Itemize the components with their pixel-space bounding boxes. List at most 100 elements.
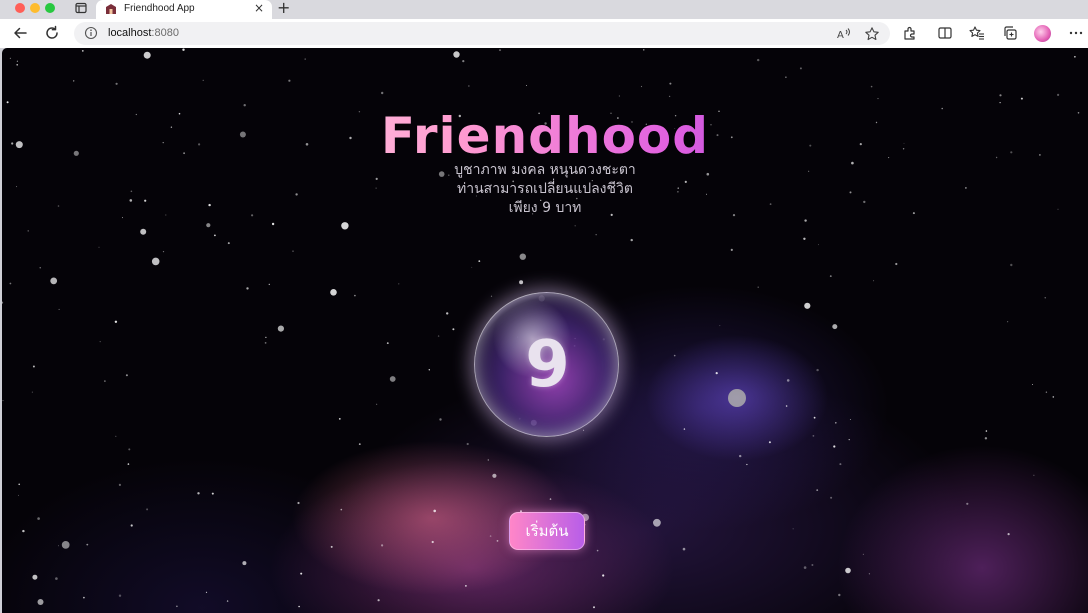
tab-actions-icon[interactable] bbox=[75, 2, 87, 14]
star bbox=[730, 248, 733, 251]
star bbox=[816, 368, 819, 372]
star bbox=[673, 354, 676, 357]
star bbox=[31, 391, 33, 393]
reload-icon[interactable] bbox=[44, 25, 60, 41]
star bbox=[115, 82, 118, 85]
star bbox=[602, 574, 605, 577]
star bbox=[338, 418, 341, 420]
star bbox=[27, 230, 29, 232]
close-window-button[interactable] bbox=[15, 3, 25, 13]
star bbox=[984, 437, 988, 440]
app-favicon-icon bbox=[106, 4, 116, 14]
star bbox=[618, 95, 620, 97]
star bbox=[492, 473, 497, 478]
star bbox=[264, 342, 267, 344]
browser-toolbar: localhost:8080 A bbox=[0, 19, 1088, 48]
star bbox=[1044, 297, 1046, 299]
star bbox=[471, 266, 473, 268]
star bbox=[462, 60, 465, 63]
star bbox=[593, 606, 595, 609]
star bbox=[6, 101, 9, 104]
browser-tab[interactable]: Friendhood App × bbox=[96, 0, 272, 19]
app-title: Friendhood bbox=[2, 106, 1088, 166]
star bbox=[868, 573, 871, 575]
star bbox=[999, 102, 1001, 104]
star bbox=[1074, 56, 1076, 58]
more-options-icon[interactable] bbox=[1068, 25, 1084, 41]
star bbox=[340, 508, 343, 511]
close-tab-icon[interactable]: × bbox=[254, 2, 264, 14]
star bbox=[277, 325, 284, 332]
star bbox=[118, 594, 122, 597]
star bbox=[437, 335, 440, 337]
new-tab-icon[interactable]: + bbox=[277, 0, 290, 16]
star bbox=[297, 501, 300, 505]
star bbox=[489, 535, 492, 537]
star bbox=[596, 549, 599, 552]
star bbox=[61, 541, 70, 549]
site-info-icon[interactable] bbox=[84, 26, 98, 40]
star bbox=[848, 439, 850, 441]
star bbox=[812, 435, 815, 437]
star bbox=[288, 79, 291, 82]
star bbox=[143, 51, 151, 59]
star bbox=[818, 244, 819, 246]
extensions-icon[interactable] bbox=[902, 25, 918, 41]
star bbox=[811, 564, 814, 566]
split-screen-icon[interactable] bbox=[937, 25, 953, 41]
star bbox=[832, 324, 838, 330]
star bbox=[829, 275, 832, 277]
star bbox=[39, 267, 41, 269]
star bbox=[162, 251, 165, 253]
collections-icon[interactable] bbox=[1002, 25, 1018, 41]
star bbox=[176, 605, 178, 608]
read-aloud-icon[interactable]: A bbox=[836, 26, 852, 42]
star bbox=[2, 400, 4, 402]
star bbox=[22, 529, 25, 533]
profile-avatar[interactable] bbox=[1034, 25, 1051, 42]
star bbox=[358, 443, 361, 445]
star bbox=[431, 540, 434, 544]
start-button[interactable]: เริ่มต้น bbox=[509, 512, 585, 550]
maximize-window-button[interactable] bbox=[45, 3, 55, 13]
star bbox=[83, 596, 85, 599]
subtitle-line-3: เพียง 9 บาท bbox=[508, 200, 582, 216]
star bbox=[128, 448, 131, 451]
back-icon[interactable] bbox=[12, 25, 28, 41]
star bbox=[786, 379, 790, 382]
star bbox=[428, 369, 430, 371]
favorite-star-icon[interactable] bbox=[864, 26, 880, 42]
star bbox=[715, 372, 718, 375]
star bbox=[683, 428, 686, 430]
star bbox=[1033, 474, 1035, 476]
star bbox=[682, 547, 686, 551]
subtitle-line-2: ท่านสามารถเปลี่ยนแปลงชีวิต bbox=[457, 181, 633, 197]
star bbox=[757, 58, 760, 62]
star bbox=[205, 591, 208, 593]
star bbox=[246, 287, 249, 290]
svg-text:A: A bbox=[837, 30, 844, 41]
star bbox=[16, 64, 18, 66]
star bbox=[381, 544, 384, 547]
star bbox=[583, 429, 585, 431]
address-bar[interactable]: localhost:8080 A bbox=[74, 22, 890, 45]
star bbox=[1007, 533, 1010, 536]
star bbox=[1010, 263, 1013, 267]
minimize-window-button[interactable] bbox=[30, 3, 40, 13]
star bbox=[130, 524, 133, 527]
star bbox=[242, 561, 247, 566]
star bbox=[268, 283, 270, 286]
star bbox=[377, 599, 380, 602]
star bbox=[490, 295, 493, 297]
star bbox=[32, 365, 35, 368]
url-text[interactable]: localhost:8080 bbox=[108, 27, 179, 39]
bright-star bbox=[728, 389, 746, 407]
star bbox=[839, 463, 842, 466]
star bbox=[9, 282, 12, 285]
star bbox=[452, 328, 455, 331]
star bbox=[499, 49, 501, 52]
star bbox=[37, 517, 40, 520]
star bbox=[813, 416, 816, 419]
favorites-icon[interactable] bbox=[969, 25, 985, 41]
star bbox=[1020, 97, 1023, 100]
